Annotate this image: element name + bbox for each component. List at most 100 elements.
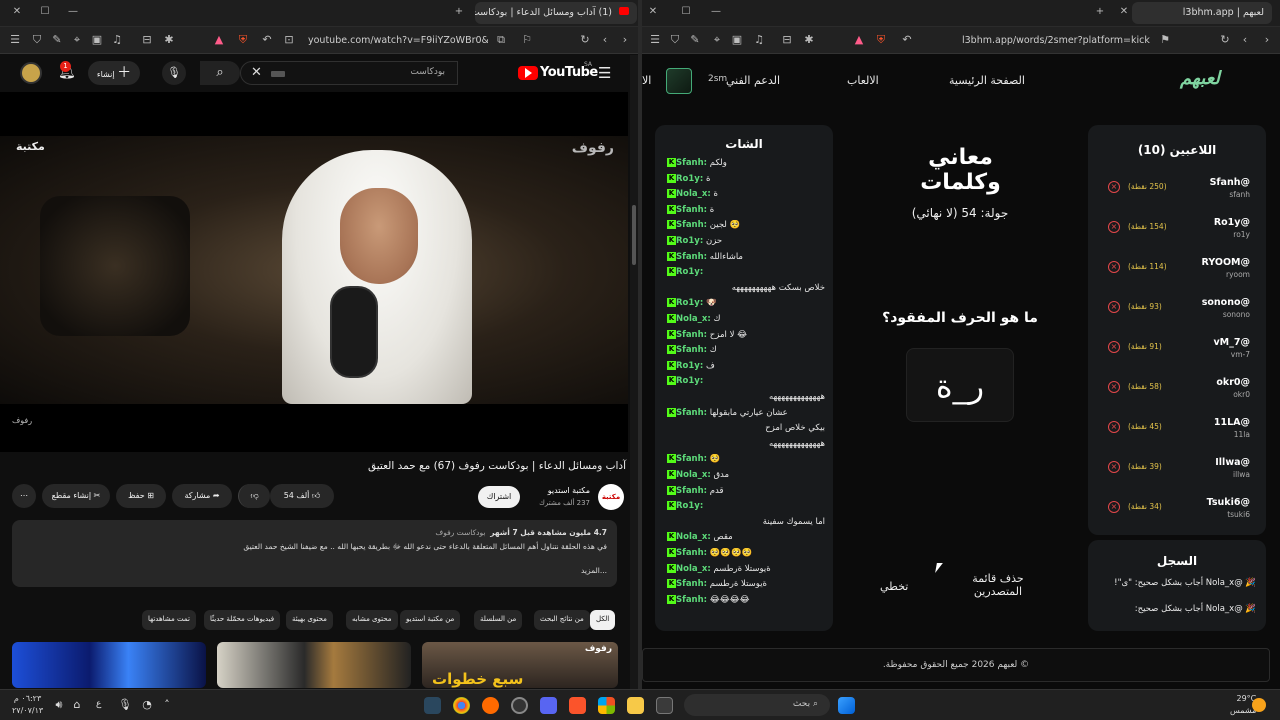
minimize-button[interactable]: — xyxy=(66,6,80,17)
youtube-logo-icon[interactable] xyxy=(518,66,538,80)
microphone-icon[interactable]: 🎙︎ xyxy=(162,61,186,85)
remove-player-icon[interactable]: × xyxy=(1108,221,1120,233)
chevron-up-icon[interactable]: ˄ xyxy=(160,698,174,712)
site-logo[interactable]: لعبهم xyxy=(1180,68,1220,89)
chip-watched[interactable]: تمت مشاهدتها xyxy=(142,610,196,630)
puzzle-icon[interactable]: ✱ xyxy=(162,33,176,47)
extension-icon[interactable]: ✎ xyxy=(50,33,64,47)
chat-username[interactable]: Nola_x xyxy=(676,532,707,542)
maximize-button[interactable]: ☐ xyxy=(38,6,52,17)
chat-username[interactable]: Ro1y xyxy=(676,501,700,511)
file-explorer-icon[interactable] xyxy=(627,697,644,714)
forward-icon[interactable]: › xyxy=(618,33,632,47)
chat-username[interactable]: Sfanh xyxy=(676,548,704,558)
address-bar[interactable]: l3bhm.app/words/2smer?platform=kick xyxy=(962,32,1152,50)
chat-username[interactable]: Sfanh xyxy=(676,579,704,589)
clock[interactable]: ٠٦:٢٣ م ٢٧/٠٧/١٣ xyxy=(12,693,43,717)
nav-cut-link[interactable]: الا xyxy=(642,74,651,87)
reload-icon[interactable]: ↻ xyxy=(1218,33,1232,47)
chip-series[interactable]: من السلسلة xyxy=(474,610,523,630)
chip-all[interactable]: الكل xyxy=(590,610,616,630)
chat-username[interactable]: Sfanh xyxy=(676,595,704,605)
mic-tray-icon[interactable]: 🎙︎ xyxy=(118,698,132,712)
channel-name[interactable]: مكتبة استديو xyxy=(548,486,590,495)
clear-search-icon[interactable]: ✕ xyxy=(251,65,262,80)
chat-username[interactable]: Ro1y xyxy=(676,376,700,386)
discord-icon[interactable] xyxy=(540,697,557,714)
remove-player-icon[interactable]: × xyxy=(1108,381,1120,393)
aurora-icon[interactable]: ▲ xyxy=(212,33,226,47)
chat-username[interactable]: Sfanh xyxy=(676,345,704,355)
close-window-button[interactable]: ✕ xyxy=(10,6,24,17)
start-icon[interactable] xyxy=(838,697,855,714)
sidebar-icon[interactable]: ▣ xyxy=(730,33,744,47)
delete-leaderboard-button[interactable]: حذف قائمة المتصدرين xyxy=(964,572,1032,598)
chat-username[interactable]: Sfanh xyxy=(676,158,704,168)
clip-button[interactable]: إنشاء مقطع ✂ xyxy=(42,484,110,508)
aurora-icon[interactable]: ▲ xyxy=(852,33,866,47)
app-icon[interactable] xyxy=(482,697,499,714)
music-icon[interactable]: ♫ xyxy=(752,33,766,47)
tray-icon[interactable]: ◔ xyxy=(140,698,154,712)
new-tab-button[interactable]: + xyxy=(1093,6,1107,17)
bookmark-icon[interactable]: ⚑ xyxy=(1158,33,1172,47)
chat-username[interactable]: Ro1y xyxy=(676,298,700,308)
address-bar[interactable]: youtube.com/watch?v=F9iiYZoWBr0&t=4s xyxy=(308,32,488,50)
nav-support[interactable]: الدعم الفني xyxy=(726,74,780,87)
remove-player-icon[interactable]: × xyxy=(1108,501,1120,513)
chat-username[interactable]: Ro1y xyxy=(676,267,700,277)
hashtag-link[interactable]: بودكاست رفوف xyxy=(435,528,485,537)
back-icon[interactable]: ‹ xyxy=(598,33,612,47)
show-more-link[interactable]: ...المزيد xyxy=(22,564,607,578)
brave-icon[interactable] xyxy=(569,697,586,714)
maximize-button[interactable]: ☐ xyxy=(679,6,693,17)
more-actions-button[interactable]: ⋯ xyxy=(12,484,36,508)
description-box[interactable]: 4.7 مليون مشاهدة قبل 7 أشهر بودكاست رفوف… xyxy=(12,520,617,587)
chat-username[interactable]: Sfanh xyxy=(676,408,704,418)
remove-player-icon[interactable]: × xyxy=(1108,341,1120,353)
site-info-icon[interactable]: ⊡ xyxy=(282,33,296,47)
share-page-icon[interactable]: ⧉ xyxy=(494,33,508,47)
screenshot-icon[interactable]: ⊟ xyxy=(140,33,154,47)
chip-recent[interactable]: فيديوهات محمّلة حديثًا xyxy=(204,610,281,630)
reload-icon[interactable]: ↻ xyxy=(578,33,592,47)
chat-username[interactable]: Nola_x xyxy=(676,314,707,324)
skip-button[interactable]: تخطي xyxy=(880,580,908,593)
shield-icon[interactable]: ⛉ xyxy=(30,33,44,47)
new-tab-button[interactable]: + xyxy=(452,6,466,17)
store-icon[interactable] xyxy=(598,697,615,714)
page-scrollbar[interactable] xyxy=(630,55,638,689)
steam-icon[interactable] xyxy=(424,697,441,714)
brave-shield-icon[interactable]: ⛨ xyxy=(236,33,250,47)
avatar[interactable] xyxy=(20,62,42,84)
create-button[interactable]: إنشاء ＋ xyxy=(88,61,140,85)
save-button[interactable]: حفظ ⊞ xyxy=(116,484,166,508)
like-button[interactable]: 54 ألف 👍︎ xyxy=(270,484,334,508)
screenshot-icon[interactable]: ⊟ xyxy=(780,33,794,47)
chat-username[interactable]: Nola_x xyxy=(676,470,707,480)
chip-search-results[interactable]: من نتائج البحث xyxy=(534,610,590,630)
minimize-button[interactable]: — xyxy=(709,6,723,17)
music-icon[interactable]: ♫ xyxy=(110,33,124,47)
chip-format[interactable]: محتوى بهيئة xyxy=(286,610,333,630)
user-avatar[interactable] xyxy=(666,68,692,94)
network-icon[interactable]: ⌂ xyxy=(70,698,84,712)
extension-icon[interactable]: ✎ xyxy=(688,33,702,47)
chat-username[interactable]: Sfanh xyxy=(676,454,704,464)
pin-icon[interactable]: ⌖ xyxy=(710,33,724,47)
remove-player-icon[interactable]: × xyxy=(1108,461,1120,473)
task-view-icon[interactable] xyxy=(656,697,673,714)
search-button[interactable]: ⌕ xyxy=(200,61,240,85)
tab-l3bhm[interactable]: لعبهم | l3bhm.app xyxy=(1132,2,1272,24)
chat-username[interactable]: Nola_x xyxy=(676,189,707,199)
menu-icon[interactable]: ☰ xyxy=(648,33,662,47)
nav-home[interactable]: الصفحة الرئيسية xyxy=(949,74,1025,87)
taskbar-search[interactable]: ⌕ بحث xyxy=(684,694,830,716)
hamburger-menu-icon[interactable]: ☰ xyxy=(598,64,611,82)
puzzle-icon[interactable]: ✱ xyxy=(802,33,816,47)
dislike-button[interactable]: 👎︎ xyxy=(238,484,270,508)
remove-player-icon[interactable]: × xyxy=(1108,421,1120,433)
bookmark-icon[interactable]: ⚐ xyxy=(520,33,534,47)
chip-channel[interactable]: من مكتبة استديو xyxy=(400,610,461,630)
close-window-button[interactable]: ✕ xyxy=(646,6,660,17)
